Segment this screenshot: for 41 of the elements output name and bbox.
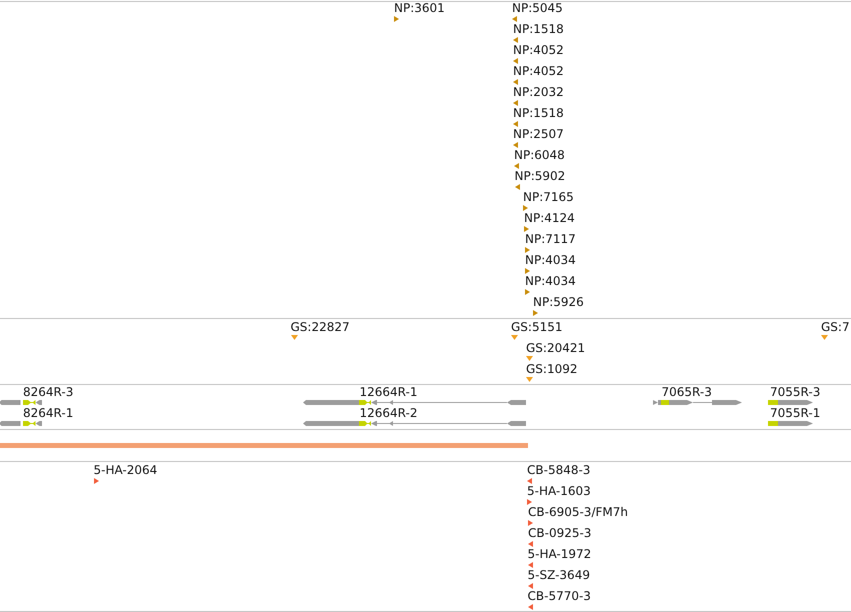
insertion-label: 5-HA-1603	[527, 484, 591, 498]
transcript-label: 7065R-3	[662, 386, 712, 399]
transcript-label: 12664R-1	[360, 386, 418, 399]
insertion-label: 5-HA-2064	[94, 464, 158, 476]
transcript-label: 7055R-1	[770, 406, 820, 420]
insertion-label: NP:5045	[512, 2, 563, 15]
triangle-marker-icon	[526, 377, 533, 382]
insertion-label: GS:20421	[526, 342, 586, 355]
triangle-marker-icon	[511, 335, 518, 340]
insertion-label: NP:4052	[513, 44, 564, 57]
insertion-label: NP:2507	[513, 128, 564, 141]
transcript-label: 8264R-3	[23, 386, 74, 399]
insertion-label: NP:5926	[533, 296, 584, 309]
triangle-marker-icon	[821, 335, 828, 340]
insertion-label: NP:5902	[514, 170, 566, 183]
insertion-label: NP:4034	[525, 275, 576, 288]
insertion-label: NP:4052	[513, 65, 564, 78]
insertion-label: NP:1518	[513, 23, 564, 36]
insertion-label: NP:4124	[524, 212, 575, 225]
triangle-marker-icon	[526, 356, 533, 361]
insertion-label: NP:7165	[523, 191, 574, 204]
insertion-label: GS:5151	[511, 321, 562, 334]
insertion-label: CB-0925-3	[528, 526, 592, 540]
insertion-label: 5-SZ-3649	[528, 568, 590, 582]
transcript-label: 8264R-1	[23, 406, 74, 420]
insertion-label: NP:6048	[514, 149, 565, 162]
insertion-label: GS:7	[821, 321, 850, 334]
insertion-label: CB-5848-3	[527, 464, 590, 476]
insertion-label: NP:2032	[513, 86, 564, 99]
transcript-label: 7055R-3	[770, 386, 820, 399]
insertion-label: CB-6905-3/FM7h	[528, 506, 628, 518]
insertion-label: CB-5770-3	[528, 590, 591, 602]
insertion-label: NP:7117	[525, 233, 576, 246]
insertion-label: GS:22827	[290, 321, 350, 334]
insertion-label: 5-HA-1972	[528, 548, 592, 560]
insertion-label: NP:1518	[513, 107, 564, 120]
insertion-label: NP:4034	[525, 254, 576, 267]
insertion-label: NP:3601	[394, 2, 445, 15]
transcript-label: 12664R-2	[360, 406, 418, 420]
triangle-marker-icon	[290, 335, 298, 340]
insertion-label: GS:1092	[526, 363, 578, 376]
